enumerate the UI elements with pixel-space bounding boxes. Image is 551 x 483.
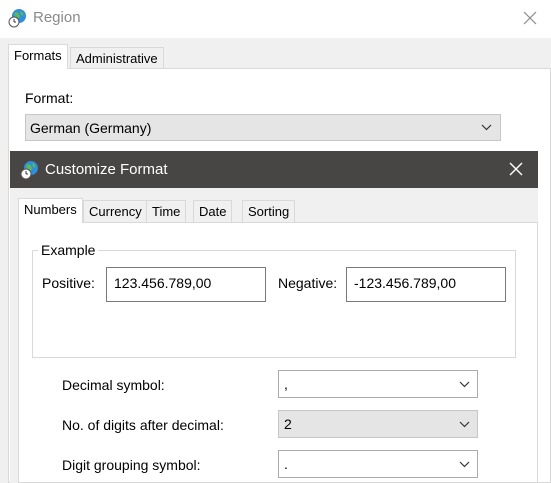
- digit-grouping-symbol-combo[interactable]: .: [278, 450, 478, 478]
- tab-label: Sorting: [248, 204, 290, 219]
- digit-grouping-symbol-value: .: [284, 456, 288, 472]
- dialog-title: Customize Format: [45, 161, 168, 178]
- customize-format-titlebar: Customize Format: [10, 151, 538, 188]
- positive-example-value: 123.456.789,00: [114, 275, 212, 291]
- window-title: Region: [33, 9, 81, 26]
- tab-label: Currency: [89, 204, 142, 219]
- tab-label: Numbers: [24, 202, 77, 217]
- tab-time[interactable]: Time: [146, 200, 187, 222]
- close-icon[interactable]: [518, 6, 542, 30]
- tab-label: Time: [152, 204, 181, 219]
- chevron-down-icon: [459, 381, 470, 388]
- chevron-down-icon: [459, 421, 470, 428]
- tab-label: Formats: [14, 48, 62, 63]
- tab-label: Date: [199, 204, 227, 219]
- format-select-value: German (Germany): [30, 120, 152, 136]
- chevron-down-icon: [459, 461, 470, 468]
- negative-label: Negative:: [278, 275, 338, 291]
- format-select[interactable]: German (Germany): [25, 114, 501, 141]
- digit-grouping-symbol-label: Digit grouping symbol:: [62, 457, 201, 473]
- tab-administrative[interactable]: Administrative: [70, 47, 164, 69]
- tab-date[interactable]: Date: [193, 200, 233, 222]
- globe-clock-icon: [8, 9, 26, 28]
- format-label: Format:: [25, 90, 74, 106]
- digits-after-decimal-value: 2: [284, 416, 292, 432]
- globe-clock-icon: [20, 161, 38, 180]
- decimal-symbol-value: ,: [284, 376, 288, 392]
- negative-example-field: -123.456.789,00: [346, 267, 506, 302]
- positive-label: Positive:: [42, 275, 95, 291]
- example-legend: Example: [38, 242, 99, 258]
- tab-numbers[interactable]: Numbers: [18, 198, 83, 223]
- tab-currency[interactable]: Currency: [83, 200, 148, 222]
- decimal-symbol-combo[interactable]: ,: [278, 370, 478, 398]
- chevron-down-icon: [481, 124, 492, 131]
- positive-example-field: 123.456.789,00: [106, 267, 266, 302]
- region-titlebar: Region: [0, 0, 551, 38]
- digits-after-decimal-combo[interactable]: 2: [278, 410, 478, 438]
- tab-formats[interactable]: Formats: [8, 44, 68, 69]
- tab-sorting[interactable]: Sorting: [242, 200, 296, 222]
- close-icon[interactable]: [505, 158, 527, 180]
- decimal-symbol-label: Decimal symbol:: [62, 377, 165, 393]
- tab-label: Administrative: [76, 51, 158, 66]
- negative-example-value: -123.456.789,00: [354, 275, 456, 291]
- digits-after-decimal-label: No. of digits after decimal:: [62, 417, 224, 433]
